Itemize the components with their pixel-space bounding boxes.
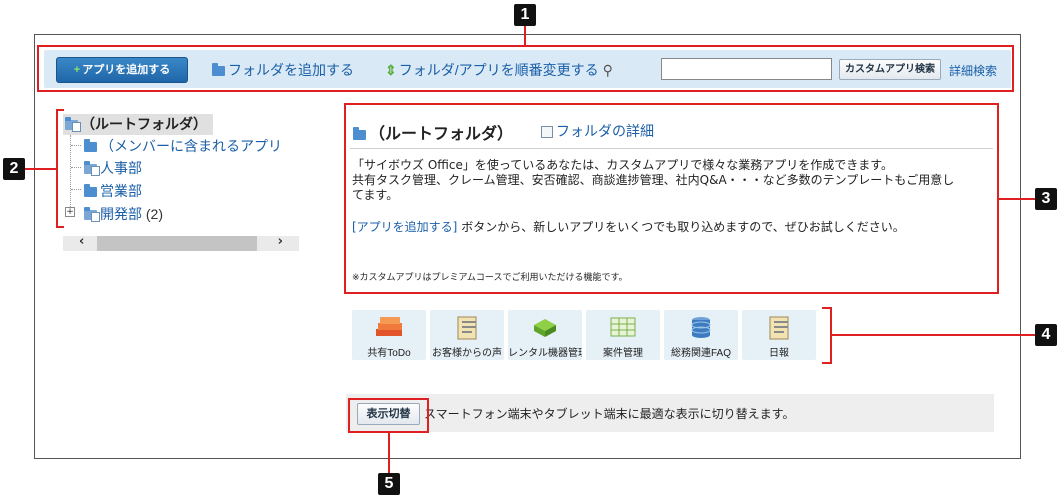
annotation-box-1 [37,45,1014,92]
database-icon [691,317,711,338]
app-tile-faq[interactable]: 総務関連FAQ [664,310,738,360]
app-tile-customer-voice[interactable]: お客様からの声 [430,310,504,360]
app-folder-icon [84,207,100,223]
scrollbar-thumb[interactable] [97,236,257,251]
app-tile-projects[interactable]: 案件管理 [586,310,660,360]
app-tile-label: 案件管理 [603,348,643,359]
tree-horizontal-scrollbar[interactable]: ‹ › [63,234,299,251]
tree-item-label: 営業部 [100,183,142,199]
annotation-box-4 [822,307,832,364]
expand-icon[interactable]: + [65,207,75,217]
tree-root-folder[interactable]: （ルートフォルダ） [63,114,213,135]
annotation-connector-2 [24,168,56,170]
scroll-left-icon[interactable]: ‹ [79,234,84,249]
tree-guide-branch [71,167,81,168]
notepad-icon [769,316,789,340]
tree-item-dev[interactable]: 開発部 (2) [84,204,163,224]
annotation-badge-3: 3 [1035,188,1057,210]
annotation-box-3 [344,103,999,294]
annotation-connector-3 [999,198,1035,200]
app-tile-todo[interactable]: 共有ToDo [352,310,426,360]
stack-icon [376,317,402,336]
scroll-right-icon[interactable]: › [278,234,283,249]
tree-guide-line [70,135,71,215]
folder-icon [84,139,97,153]
tree-guide-branch [71,145,81,146]
tree-item-hr[interactable]: 人事部 [84,158,142,178]
spreadsheet-icon [610,317,636,337]
tree-item-count: (2) [145,206,164,222]
tree-item-sales[interactable]: 営業部 [84,181,142,201]
block-icon [534,319,556,337]
tree-item-label: （メンバーに含まれるアプリ [100,138,282,154]
root-folder-icon [65,117,81,133]
annotation-connector-4 [832,334,1036,336]
annotation-box-5 [348,398,429,433]
app-tile-label: 共有ToDo [367,348,411,359]
annotation-badge-4: 4 [1035,324,1057,346]
app-tile-label: 総務関連FAQ [670,348,731,359]
annotation-box-2 [56,109,64,228]
annotation-badge-1: 1 [514,4,536,26]
annotation-badge-5: 5 [378,473,400,495]
app-folder-icon [84,161,100,177]
folder-icon [84,184,97,198]
tree-item-label: 人事部 [100,160,142,176]
tree-item-label: 開発部 [100,206,142,222]
tree-guide-branch [71,189,81,190]
app-tile-daily-report[interactable]: 日報 [742,310,816,360]
annotation-badge-2: 2 [3,158,25,180]
notepad-icon [457,316,477,340]
app-tile-rental[interactable]: レンタル機器管理 [508,310,582,360]
mobile-switch-text: スマートフォン端末やタブレット端末に最適な表示に切り替えます。 [424,407,795,421]
app-tile-label: お客様からの声 [432,348,502,359]
tree-item-member-apps[interactable]: （メンバーに含まれるアプリ [84,136,282,156]
app-tile-label: 日報 [769,348,789,359]
annotation-connector-5 [388,433,390,473]
tree-root-label: （ルートフォルダ） [81,116,207,132]
app-tile-label: レンタル機器管理 [508,348,582,359]
annotation-connector-1 [524,24,526,46]
